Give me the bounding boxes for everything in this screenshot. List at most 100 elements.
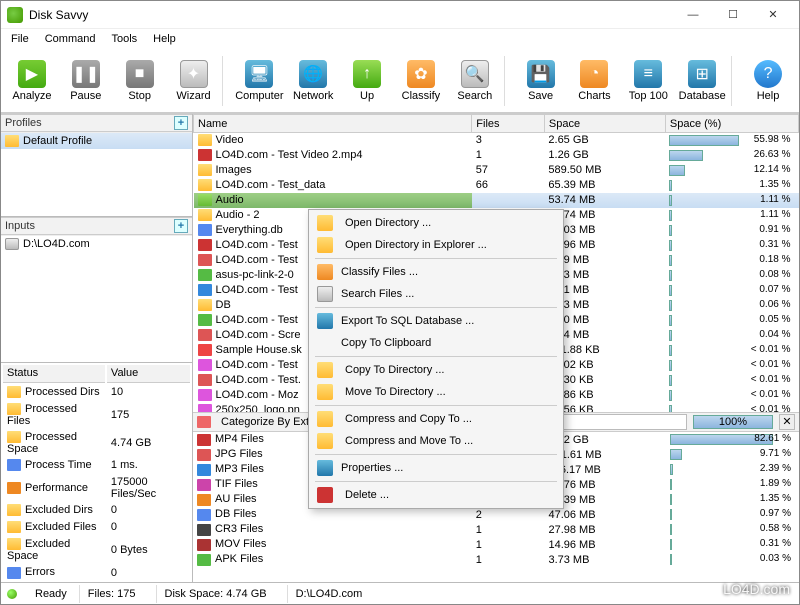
categorize-pct: 100% bbox=[693, 415, 773, 429]
tb-stop[interactable]: ■Stop bbox=[113, 52, 167, 110]
list-item[interactable]: Default Profile bbox=[1, 133, 192, 149]
file-icon bbox=[198, 134, 212, 146]
file-icon bbox=[198, 359, 212, 371]
add-profile-button[interactable]: + bbox=[174, 116, 188, 130]
ctx-compress-and-move-to-[interactable]: Compress and Move To ... bbox=[311, 430, 561, 452]
table-row[interactable]: Images57589.50 MB12.14 % bbox=[194, 163, 799, 178]
col-name[interactable]: Name bbox=[194, 115, 472, 133]
col-space[interactable]: Space bbox=[544, 115, 665, 133]
list-item[interactable]: D:\LO4D.com bbox=[1, 236, 192, 252]
profiles-header: Profiles + bbox=[1, 114, 192, 132]
file-icon bbox=[198, 404, 212, 412]
status-table: Status Value Processed Dirs10 Processed F… bbox=[1, 363, 192, 582]
ctx-copy-to-clipboard[interactable]: Copy To Clipboard bbox=[311, 332, 561, 354]
tb-search[interactable]: 🔍Search bbox=[448, 52, 502, 110]
col-spacepct[interactable]: Space (%) bbox=[665, 115, 798, 133]
status-row: Processed Dirs10 bbox=[3, 385, 190, 400]
status-row-icon bbox=[7, 386, 21, 398]
ctx-item-icon bbox=[317, 460, 333, 476]
categorize-close-button[interactable]: ✕ bbox=[779, 414, 795, 430]
table-row[interactable]: CR3 Files127.98 MB0.58 % bbox=[193, 522, 799, 537]
ctx-properties-[interactable]: Properties ... bbox=[311, 457, 561, 479]
tb-classify[interactable]: ✿Classify bbox=[394, 52, 448, 110]
tb-database[interactable]: ⊞Database bbox=[675, 52, 729, 110]
tb-analyze[interactable]: ▶Analyze bbox=[5, 52, 59, 110]
file-icon bbox=[197, 539, 211, 551]
file-icon bbox=[198, 389, 212, 401]
ctx-export-to-sql-database-[interactable]: Export To SQL Database ... bbox=[311, 310, 561, 332]
ctx-classify-files-[interactable]: Classify Files ... bbox=[311, 261, 561, 283]
add-input-button[interactable]: + bbox=[174, 219, 188, 233]
tb-save[interactable]: 💾Save bbox=[514, 52, 568, 110]
status-ready: Ready bbox=[35, 588, 67, 600]
tb-charts[interactable]: ◔Charts bbox=[568, 52, 622, 110]
ctx-search-files-[interactable]: Search Files ... bbox=[311, 283, 561, 305]
table-row[interactable]: APK Files13.73 MB0.03 % bbox=[193, 552, 799, 567]
menu-help[interactable]: Help bbox=[145, 31, 184, 47]
ctx-item-icon bbox=[317, 286, 333, 302]
ctx-item-icon bbox=[317, 433, 333, 449]
ctx-compress-and-copy-to-[interactable]: Compress and Copy To ... bbox=[311, 408, 561, 430]
analyze-icon: ▶ bbox=[18, 60, 46, 88]
col-files[interactable]: Files bbox=[472, 115, 545, 133]
table-row[interactable]: LO4D.com - Test_data6665.39 MB1.35 % bbox=[194, 178, 799, 193]
table-row[interactable]: Audio53.74 MB1.11 % bbox=[194, 193, 799, 208]
tb-network[interactable]: 🌐Network bbox=[286, 52, 340, 110]
status-row-icon bbox=[7, 504, 21, 516]
menu-command[interactable]: Command bbox=[37, 31, 104, 47]
file-icon bbox=[197, 449, 211, 461]
file-icon bbox=[198, 179, 212, 191]
maximize-button[interactable]: ☐ bbox=[713, 2, 753, 28]
menu-bar: FileCommandToolsHelp bbox=[1, 29, 799, 49]
save-icon: 💾 bbox=[527, 60, 555, 88]
tb-top-100[interactable]: ≡Top 100 bbox=[621, 52, 675, 110]
file-icon bbox=[198, 374, 212, 386]
tb-up[interactable]: ↑Up bbox=[340, 52, 394, 110]
file-icon bbox=[198, 194, 212, 206]
ctx-move-to-directory-[interactable]: Move To Directory ... bbox=[311, 381, 561, 403]
status-files: Files: 175 bbox=[79, 585, 144, 603]
tb-pause[interactable]: ❚❚Pause bbox=[59, 52, 113, 110]
minimize-button[interactable]: — bbox=[673, 2, 713, 28]
value-col[interactable]: Value bbox=[107, 365, 190, 383]
file-icon bbox=[198, 314, 212, 326]
status-col[interactable]: Status bbox=[3, 365, 105, 383]
menu-tools[interactable]: Tools bbox=[103, 31, 145, 47]
left-panel: Profiles + Default Profile Inputs + D:\L… bbox=[1, 114, 193, 582]
ctx-item-icon bbox=[317, 264, 333, 280]
tb-computer[interactable]: 🖥Computer bbox=[232, 52, 286, 110]
ctx-delete-[interactable]: Delete ... bbox=[311, 484, 561, 506]
app-icon bbox=[7, 7, 23, 23]
menu-file[interactable]: File bbox=[3, 31, 37, 47]
network-icon: 🌐 bbox=[299, 60, 327, 88]
file-icon bbox=[197, 464, 211, 476]
status-bar: Ready Files: 175 Disk Space: 4.74 GB D:\… bbox=[1, 582, 799, 604]
table-row[interactable]: MOV Files114.96 MB0.31 % bbox=[193, 537, 799, 552]
file-icon bbox=[198, 329, 212, 341]
ctx-copy-to-directory-[interactable]: Copy To Directory ... bbox=[311, 359, 561, 381]
ctx-open-directory-in-explorer-[interactable]: Open Directory in Explorer ... bbox=[311, 234, 561, 256]
help-icon: ? bbox=[754, 60, 782, 88]
status-row: Processed Files175 bbox=[3, 402, 190, 428]
close-button[interactable]: ✕ bbox=[753, 2, 793, 28]
ctx-item-icon bbox=[317, 237, 333, 253]
status-row: Processed Space4.74 GB bbox=[3, 430, 190, 456]
status-path: D:\LO4D.com bbox=[287, 585, 371, 603]
ctx-open-directory-[interactable]: Open Directory ... bbox=[311, 212, 561, 234]
tb-help[interactable]: ?Help bbox=[741, 52, 795, 110]
table-row[interactable]: Video32.65 GB55.98 % bbox=[194, 133, 799, 148]
pause-icon: ❚❚ bbox=[72, 60, 100, 88]
search-icon: 🔍 bbox=[461, 60, 489, 88]
table-row[interactable]: DB Files247.06 MB0.97 % bbox=[193, 507, 799, 522]
file-icon bbox=[198, 284, 212, 296]
tb-wizard[interactable]: ✦Wizard bbox=[167, 52, 221, 110]
status-row: Excluded Dirs0 bbox=[3, 503, 190, 518]
file-icon bbox=[197, 524, 211, 536]
file-icon bbox=[198, 344, 212, 356]
profiles-pane: Profiles + Default Profile bbox=[1, 114, 192, 216]
file-icon bbox=[198, 164, 212, 176]
table-row[interactable]: LO4D.com - Test Video 2.mp411.26 GB26.63… bbox=[194, 148, 799, 163]
status-row: Performance175000 Files/Sec bbox=[3, 475, 190, 501]
file-icon bbox=[197, 554, 211, 566]
ctx-item-icon bbox=[317, 215, 333, 231]
